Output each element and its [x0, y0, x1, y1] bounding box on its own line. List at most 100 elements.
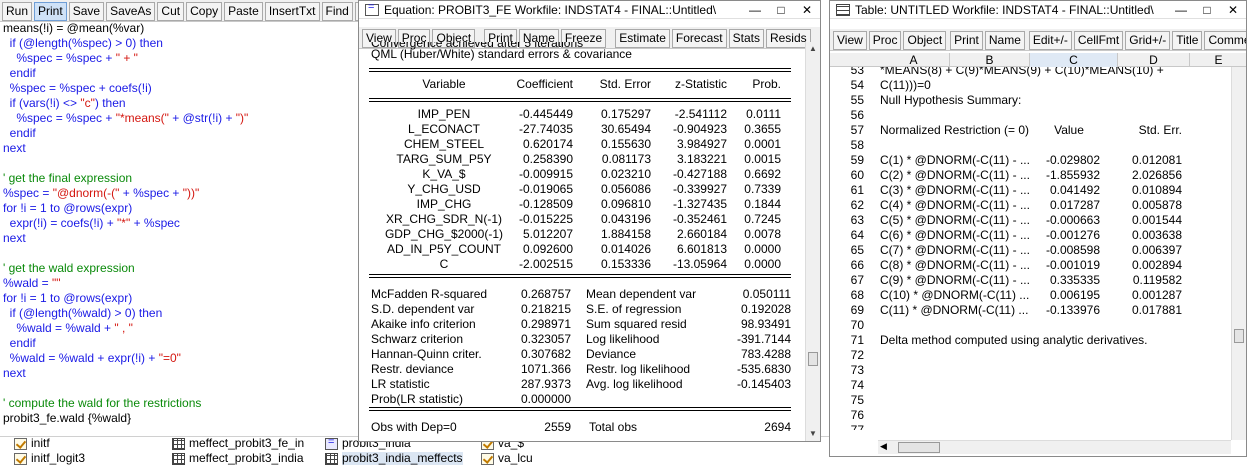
print-button[interactable]: Print — [34, 2, 67, 21]
column-header-c[interactable]: C — [1030, 53, 1118, 67]
table-row[interactable]: 77 — [830, 423, 1231, 430]
title-button[interactable]: Title — [1172, 31, 1203, 50]
close-icon[interactable]: ✕ — [794, 3, 820, 17]
table-row[interactable]: 68 C(10) * @DNORM(-C(11) ... 0.006195 0.001… — [830, 288, 1231, 303]
stat-value: 1071.366 — [520, 362, 571, 376]
equation-vscrollbar[interactable]: ▲ ▼ — [805, 42, 820, 441]
row-number: 56 — [850, 108, 864, 122]
row-number: 76 — [850, 408, 864, 422]
cell-text: C(11) * @DNORM(-C(11) ... — [880, 303, 1029, 317]
table-row[interactable]: 59 C(1) * @DNORM(-C(11) - ... -0.029802 0.0… — [830, 153, 1231, 168]
name-button[interactable]: Name — [984, 31, 1025, 50]
coefficient-value: 0.6692 — [744, 167, 781, 181]
cell-value: Std. Err. — [1138, 123, 1182, 137]
scroll-up-icon[interactable]: ▲ — [806, 42, 820, 56]
workfile-item[interactable]: meffect_probit3_india — [172, 452, 304, 465]
series-icon — [14, 437, 27, 450]
table-row[interactable]: 60 C(2) * @DNORM(-C(11) - ... -1.855932 2.0… — [830, 168, 1231, 183]
table-row[interactable]: 53 *MEANS(8) + C(9)*MEANS(9) + C(10)*MEA… — [830, 67, 1231, 78]
minimize-icon[interactable]: — — [742, 3, 768, 17]
workfile-item[interactable]: meffect_probit3_fe_in — [172, 437, 304, 450]
stat-value — [709, 392, 791, 407]
cellfmt-button[interactable]: CellFmt — [1073, 31, 1124, 50]
proc-button[interactable]: Proc — [868, 31, 902, 50]
series-icon — [481, 452, 494, 465]
column-header: Std. Error — [599, 77, 651, 91]
cell-value: 0.002894 — [1131, 258, 1182, 272]
cell-text: C(6) * @DNORM(-C(11) - ... — [880, 228, 1030, 242]
view-button[interactable]: View — [833, 31, 867, 50]
table-row[interactable]: 74 — [830, 378, 1231, 393]
find-button[interactable]: Find — [321, 2, 353, 21]
scroll-down-icon[interactable]: ▼ — [806, 427, 820, 441]
table-row[interactable]: 63 C(5) * @DNORM(-C(11) - ... -0.000663 0.0… — [830, 213, 1231, 228]
object-button[interactable]: Object — [903, 31, 947, 50]
workfile-item[interactable]: probit3_india_meffects — [325, 452, 463, 465]
cell-text: C(8) * @DNORM(-C(11) - ... — [880, 258, 1030, 272]
edit-button[interactable]: Edit+/- — [1028, 31, 1072, 50]
stat-value: 0.307682 — [520, 347, 571, 361]
table-row[interactable]: 56 — [830, 108, 1231, 123]
table-row[interactable]: 65 C(7) * @DNORM(-C(11) - ... -0.008598 0.0… — [830, 243, 1231, 258]
code-line: if (@length(%wald) > 0) then — [3, 306, 355, 321]
table-vscrollbar[interactable] — [1231, 67, 1246, 440]
column-header-d[interactable]: D — [1118, 53, 1190, 67]
stat-label: Restr. log likelihood — [586, 362, 691, 376]
workfile-item[interactable]: initf_logit3 — [14, 452, 85, 465]
inserttxt-button[interactable]: InsertTxt — [264, 2, 320, 21]
table-row[interactable]: 73 — [830, 363, 1231, 378]
row-number: 58 — [850, 138, 864, 152]
column-header-a[interactable]: A — [878, 53, 950, 67]
scroll-thumb[interactable] — [808, 352, 818, 366]
coefficient-value: 0.096810 — [600, 197, 651, 211]
variable-name: Y_CHG_USD — [407, 182, 481, 196]
table-row[interactable]: 55 Null Hypothesis Summary: — [830, 93, 1231, 108]
save-button[interactable]: Save — [68, 2, 105, 21]
restore-icon[interactable]: □ — [1194, 3, 1220, 17]
close-icon[interactable]: ✕ — [1220, 3, 1246, 17]
run-button[interactable]: Run — [2, 2, 33, 21]
copy-button[interactable]: Copy — [186, 2, 223, 21]
saveas-button[interactable]: SaveAs — [106, 2, 156, 21]
column-header-b[interactable]: B — [950, 53, 1030, 67]
workfile-item[interactable]: initf — [14, 437, 50, 450]
cell-value: -0.029802 — [1045, 153, 1100, 167]
workfile-item[interactable]: va_lcu — [481, 452, 533, 465]
table-row[interactable]: 69 C(11) * @DNORM(-C(11) ... -0.133976 0.01… — [830, 303, 1231, 318]
code-token: probit3_fe.wald {%wald} — [3, 411, 132, 425]
row-number: 59 — [850, 153, 864, 167]
table-row[interactable]: 70 — [830, 318, 1231, 333]
table-row[interactable]: 62 C(4) * @DNORM(-C(11) - ... 0.017287 0.00… — [830, 198, 1231, 213]
scroll-left-icon[interactable]: ◀ — [880, 441, 887, 452]
table-grid[interactable]: 53 *MEANS(8) + C(9)*MEANS(9) + C(10)*MEA… — [830, 67, 1231, 430]
cell-text: C(2) * @DNORM(-C(11) - ... — [880, 168, 1030, 182]
print-button[interactable]: Print — [950, 31, 983, 50]
table-row[interactable]: 57 Normalized Restriction (= 0) Value Std. … — [830, 123, 1231, 138]
table-hscrollbar[interactable]: ◀ — [878, 440, 1231, 454]
table-row[interactable]: 64 C(6) * @DNORM(-C(11) - ... -0.001276 0.0… — [830, 228, 1231, 243]
cut-button[interactable]: Cut — [157, 2, 185, 21]
table-icon — [172, 437, 185, 450]
table-row[interactable]: 61 C(3) * @DNORM(-C(11) - ... 0.041492 0.01… — [830, 183, 1231, 198]
grid-button[interactable]: Grid+/- — [1125, 31, 1171, 50]
table-row[interactable]: 76 — [830, 408, 1231, 423]
table-row[interactable]: 54 C(11)))=0 — [830, 78, 1231, 93]
cell-value: 0.005878 — [1131, 198, 1182, 212]
table-row[interactable]: 67 C(9) * @DNORM(-C(11) - ... 0.335335 0.11… — [830, 273, 1231, 288]
comment-button[interactable]: Comment — [1204, 31, 1246, 50]
table-row[interactable]: 58 — [830, 138, 1231, 153]
scroll-thumb[interactable] — [1234, 329, 1244, 343]
column-header-e[interactable]: E — [1190, 53, 1246, 67]
table-row[interactable]: 72 — [830, 348, 1231, 363]
minimize-icon[interactable]: — — [1168, 3, 1194, 17]
table-row[interactable]: 71 Delta method computed using analytic d… — [830, 333, 1231, 348]
paste-button[interactable]: Paste — [224, 2, 263, 21]
code-token: "*" — [117, 216, 131, 230]
program-editor[interactable]: means(!i) = @mean(%var) if (@length(%spe… — [0, 21, 358, 436]
stat-value: 783.4288 — [740, 347, 791, 361]
table-row[interactable]: 66 C(8) * @DNORM(-C(11) - ... -0.001019 0.0… — [830, 258, 1231, 273]
restore-icon[interactable]: □ — [768, 3, 794, 17]
table-icon — [836, 3, 850, 16]
table-row[interactable]: 75 — [830, 393, 1231, 408]
scroll-thumb[interactable] — [898, 442, 940, 453]
